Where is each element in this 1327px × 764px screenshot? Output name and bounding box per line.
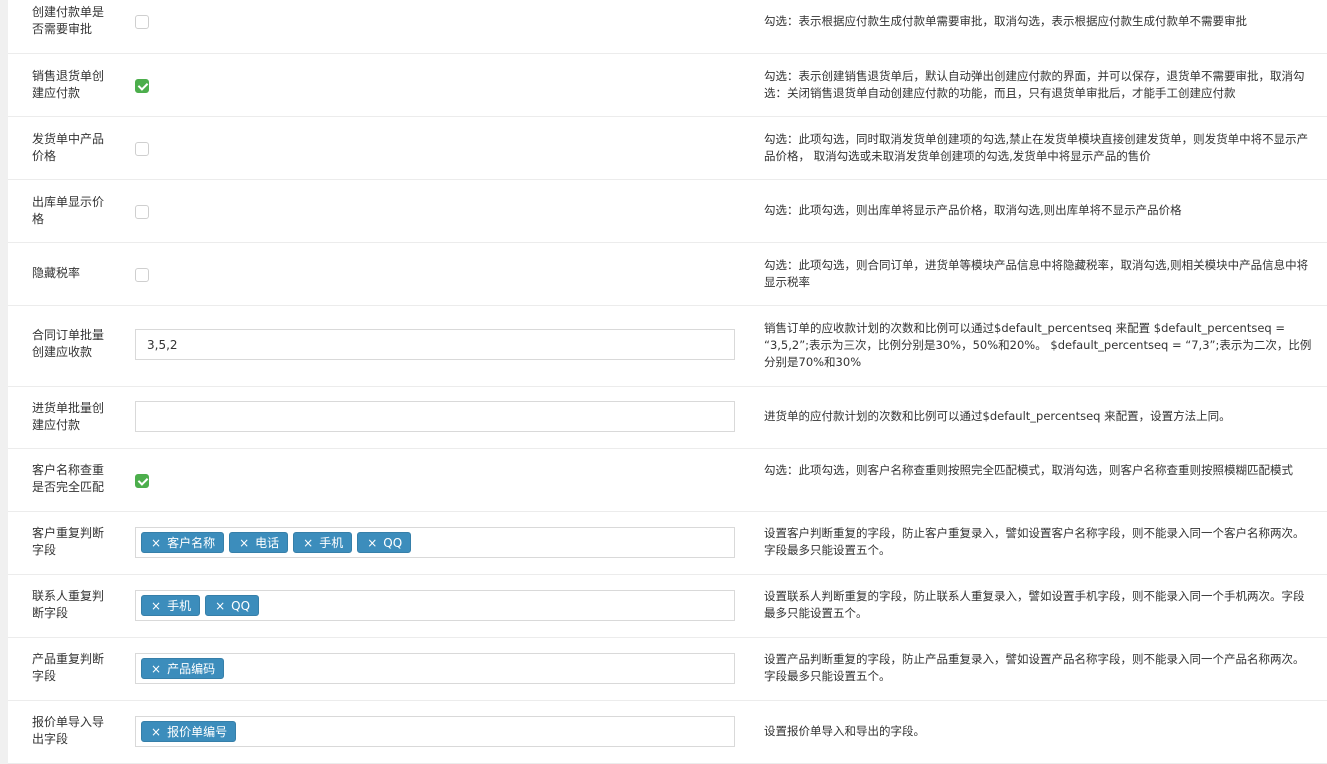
setting-description: 设置客户判断重复的字段，防止客户重复录入，譬如设置客户名称字段，则不能录入同一个… [764, 526, 1305, 557]
customer-dup-fields-select[interactable]: × 客户名称 × 电话 × 手机 × QQ [135, 527, 735, 558]
setting-row-contract-receivable: 合同订单批量创建应收款 销售订单的应收款计划的次数和比例可以通过$default… [8, 306, 1327, 387]
setting-description: 设置报价单导入和导出的字段。 [764, 724, 925, 738]
setting-label: 合同订单批量创建应收款 [32, 328, 105, 359]
outbound-price-checkbox[interactable] [135, 205, 149, 219]
setting-row-hide-tax: 隐藏税率 勾选：此项勾选，则合同订单，进货单等模块产品信息中将隐藏税率，取消勾选… [8, 243, 1327, 306]
setting-label: 产品重复判断字段 [32, 652, 105, 683]
setting-description: 勾选：表示创建销售退货单后，默认自动弹出创建应付款的界面，并可以保存，退货单不需… [764, 69, 1305, 100]
remove-tag-icon[interactable]: × [151, 722, 161, 741]
contract-receivable-input[interactable] [135, 329, 735, 360]
setting-row-purchase-payable: 进货单批量创建应付款 进货单的应付款计划的次数和比例可以通过$default_p… [8, 387, 1327, 449]
setting-row-payment-approval: 创建付款单是否需要审批 勾选：表示根据应付款生成付款单需要审批，取消勾选，表示根… [8, 0, 1327, 54]
field-tag[interactable]: × QQ [205, 595, 260, 616]
product-dup-fields-select[interactable]: × 产品编码 [135, 653, 735, 684]
hide-tax-checkbox[interactable] [135, 268, 149, 282]
sales-return-checkbox[interactable] [135, 79, 149, 93]
quote-import-fields-select[interactable]: × 报价单编号 [135, 716, 735, 747]
setting-description: 销售订单的应收款计划的次数和比例可以通过$default_percentseq … [764, 321, 1312, 369]
setting-description: 设置产品判断重复的字段，防止产品重复录入，譬如设置产品名称字段，则不能录入同一个… [764, 652, 1305, 683]
field-tag[interactable]: × 报价单编号 [141, 721, 237, 742]
setting-label: 出库单显示价格 [32, 195, 105, 226]
remove-tag-icon[interactable]: × [215, 596, 225, 615]
field-tag[interactable]: × 电话 [229, 532, 289, 553]
setting-description: 勾选：此项勾选，则出库单将显示产品价格，取消勾选,则出库单将不显示产品价格 [764, 203, 1182, 217]
remove-tag-icon[interactable]: × [151, 596, 161, 615]
tag-label: 客户名称 [167, 536, 216, 550]
remove-tag-icon[interactable]: × [151, 533, 161, 552]
setting-row-contact-dup-fields: 联系人重复判断字段 × 手机 × QQ 设置联系人判断重复的字段，防止联系人重复录入… [8, 575, 1327, 638]
setting-row-sales-return: 销售退货单创建应付款 勾选：表示创建销售退货单后，默认自动弹出创建应付款的界面，… [8, 54, 1327, 117]
payment-approval-checkbox[interactable] [135, 15, 149, 29]
setting-description: 勾选：此项勾选，则客户名称查重则按照完全匹配模式，取消勾选，则客户名称查重则按照… [764, 463, 1293, 477]
setting-row-customer-exact-match: 客户名称查重是否完全匹配 勾选：此项勾选，则客户名称查重则按照完全匹配模式，取消… [8, 449, 1327, 512]
purchase-payable-input[interactable] [135, 401, 735, 432]
settings-panel: 创建付款单是否需要审批 勾选：表示根据应付款生成付款单需要审批，取消勾选，表示根… [8, 0, 1327, 764]
remove-tag-icon[interactable]: × [367, 533, 377, 552]
remove-tag-icon[interactable]: × [303, 533, 313, 552]
setting-label: 联系人重复判断字段 [32, 589, 105, 620]
customer-exact-match-checkbox[interactable] [135, 474, 149, 488]
remove-tag-icon[interactable]: × [239, 533, 249, 552]
setting-description: 勾选：此项勾选，同时取消发货单创建项的勾选,禁止在发货单模块直接创建发货单，则发… [764, 132, 1309, 163]
field-tag[interactable]: × 客户名称 [141, 532, 225, 553]
setting-description: 勾选：表示根据应付款生成付款单需要审批，取消勾选，表示根据应付款生成付款单不需要… [764, 14, 1247, 28]
remove-tag-icon[interactable]: × [151, 659, 161, 678]
setting-label: 报价单导入导出字段 [32, 715, 105, 746]
tag-label: QQ [383, 536, 403, 550]
setting-row-customer-dup-fields: 客户重复判断字段 × 客户名称 × 电话 × 手机 × QQ 设置客户判断重复的字段，防… [8, 512, 1327, 575]
setting-row-product-dup-fields: 产品重复判断字段 × 产品编码 设置产品判断重复的字段，防止产品重复录入，譬如设置… [8, 638, 1327, 701]
setting-description: 进货单的应付款计划的次数和比例可以通过$default_percentseq 来… [764, 409, 1231, 423]
field-tag[interactable]: × QQ [357, 532, 412, 553]
setting-label: 发货单中产品价格 [32, 132, 105, 163]
setting-label: 隐藏税率 [32, 266, 81, 280]
setting-label: 创建付款单是否需要审批 [32, 5, 105, 36]
tag-label: QQ [231, 599, 251, 613]
setting-label: 客户名称查重是否完全匹配 [32, 463, 105, 494]
tag-label: 手机 [167, 599, 192, 613]
tag-label: 产品编码 [167, 662, 216, 676]
field-tag[interactable]: × 产品编码 [141, 658, 225, 679]
setting-description: 勾选：此项勾选，则合同订单，进货单等模块产品信息中将隐藏税率，取消勾选,则相关模… [764, 258, 1309, 289]
contact-dup-fields-select[interactable]: × 手机 × QQ [135, 590, 735, 621]
setting-row-outbound-price: 出库单显示价格 勾选：此项勾选，则出库单将显示产品价格，取消勾选,则出库单将不显… [8, 180, 1327, 243]
setting-label: 客户重复判断字段 [32, 526, 105, 557]
setting-label: 销售退货单创建应付款 [32, 69, 105, 100]
setting-row-quote-import-fields: 报价单导入导出字段 × 报价单编号 设置报价单导入和导出的字段。 [8, 701, 1327, 764]
tag-label: 报价单编号 [167, 725, 228, 739]
tag-label: 电话 [255, 536, 280, 550]
tag-label: 手机 [319, 536, 344, 550]
setting-label: 进货单批量创建应付款 [32, 401, 105, 432]
setting-description: 设置联系人判断重复的字段，防止联系人重复录入，譬如设置手机字段，则不能录入同一个… [764, 589, 1305, 620]
setting-row-delivery-price: 发货单中产品价格 勾选：此项勾选，同时取消发货单创建项的勾选,禁止在发货单模块直… [8, 117, 1327, 180]
field-tag[interactable]: × 手机 [141, 595, 201, 616]
delivery-price-checkbox[interactable] [135, 142, 149, 156]
field-tag[interactable]: × 手机 [293, 532, 353, 553]
